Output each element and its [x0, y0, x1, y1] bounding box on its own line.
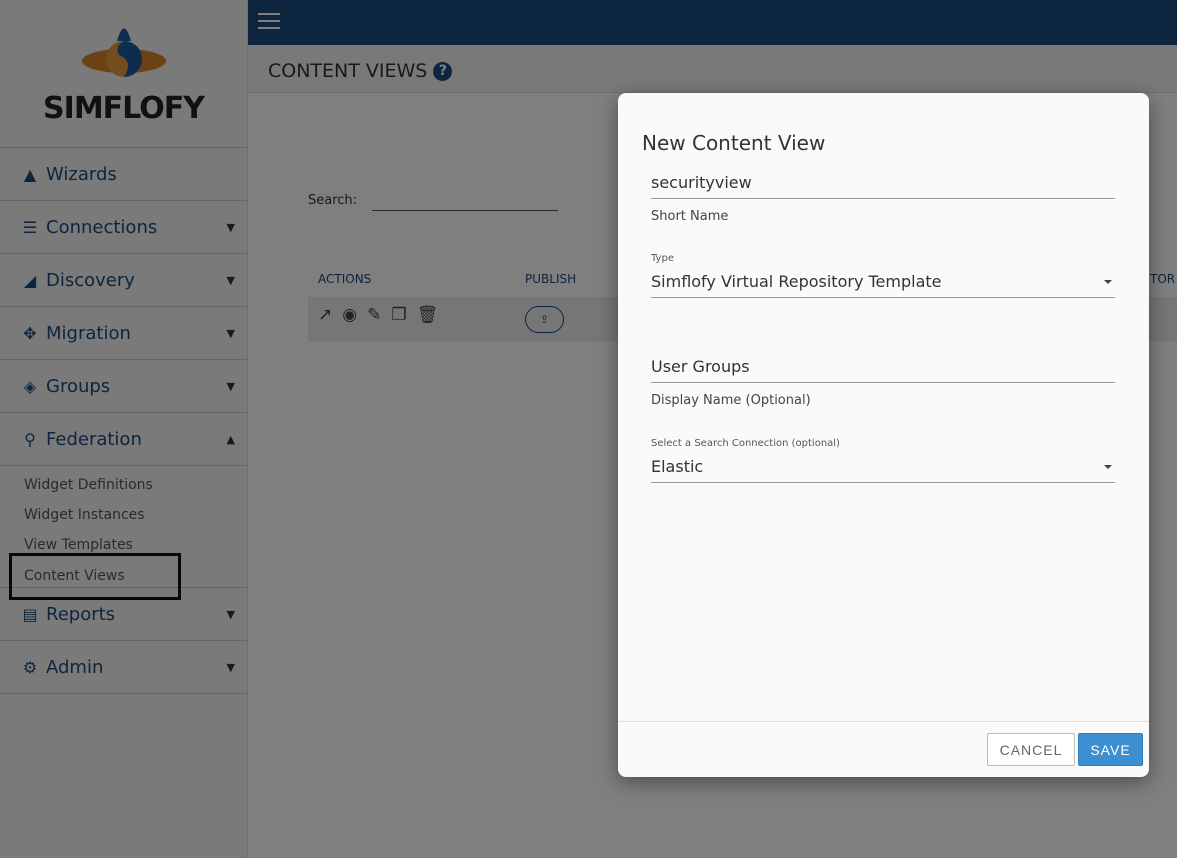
search-connection-label: Select a Search Connection (optional)	[651, 438, 840, 449]
caret-down-icon	[1104, 280, 1112, 284]
dialog-footer: CANCEL SAVE	[618, 721, 1149, 777]
cancel-button[interactable]: CANCEL	[987, 733, 1075, 766]
search-connection-value: Elastic	[651, 457, 704, 476]
dialog-title: New Content View	[642, 131, 826, 155]
short-name-label: Short Name	[651, 209, 729, 224]
display-name-input[interactable]: User Groups	[651, 351, 1115, 383]
save-button[interactable]: SAVE	[1078, 733, 1143, 766]
type-value: Simflofy Virtual Repository Template	[651, 272, 942, 291]
type-select[interactable]: Simflofy Virtual Repository Template	[651, 266, 1115, 298]
search-connection-field: Select a Search Connection (optional) El…	[651, 438, 1115, 483]
display-name-field: User Groups Display Name (Optional)	[651, 351, 1115, 408]
display-name-label: Display Name (Optional)	[651, 393, 811, 408]
search-connection-select[interactable]: Elastic	[651, 451, 1115, 483]
short-name-field: securityview Short Name	[651, 167, 1115, 224]
new-content-view-dialog: New Content View securityview Short Name…	[618, 93, 1149, 777]
type-field: Type Simflofy Virtual Repository Templat…	[651, 253, 1115, 298]
short-name-input[interactable]: securityview	[651, 167, 1115, 199]
type-label: Type	[651, 253, 674, 264]
caret-down-icon	[1104, 465, 1112, 469]
